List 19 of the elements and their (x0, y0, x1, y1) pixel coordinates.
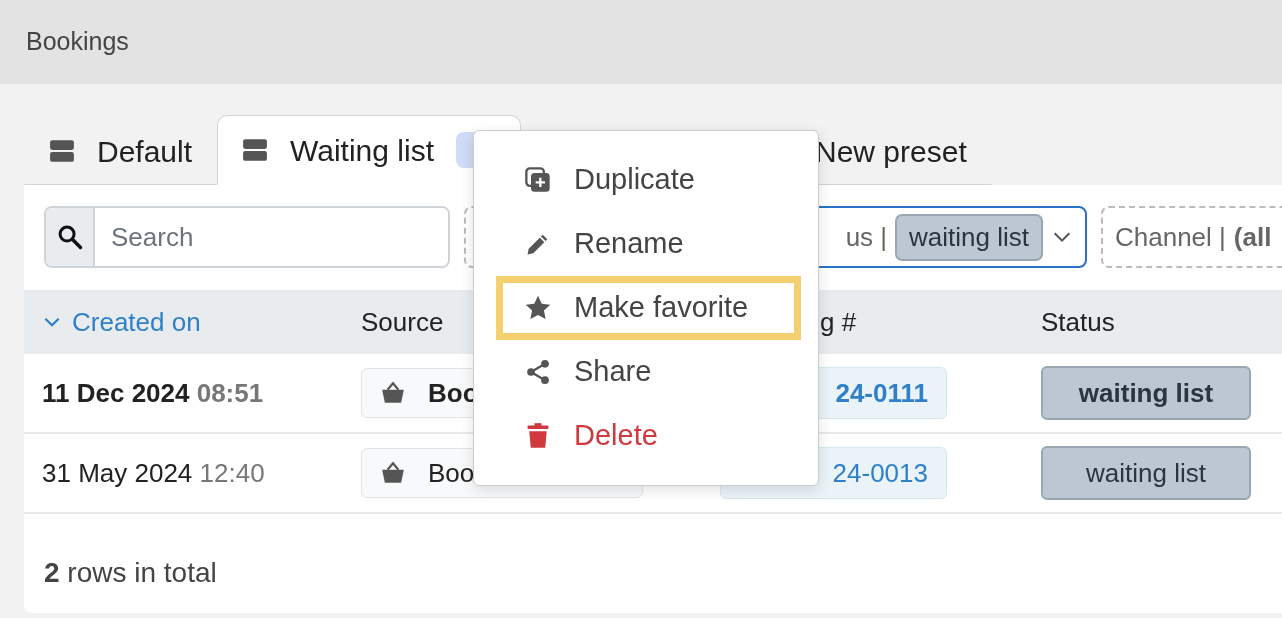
column-header[interactable]: Created on (42, 302, 361, 342)
duplicate-icon (524, 166, 552, 194)
status-tag: waiting list (1041, 366, 1251, 420)
column-header: Source (361, 306, 444, 337)
stack-icon (242, 137, 269, 163)
basket-icon (380, 460, 406, 486)
filter-field[interactable]: Channel | (all (1101, 206, 1282, 268)
column-header: g # (820, 306, 857, 337)
window-title: Bookings (26, 26, 129, 58)
basket-icon (380, 380, 406, 406)
row-count-text: 2 rows in total (43, 556, 218, 590)
column-header: Status (1041, 306, 1115, 337)
status-tag: waiting list (1041, 446, 1251, 500)
table-cell: 31 May 2024 12:40 (42, 457, 265, 488)
share-icon (524, 358, 552, 386)
table-cell: 11 Dec 2024 08:51 (42, 377, 264, 408)
stack-icon (49, 138, 75, 164)
menu-item[interactable]: Make favorite (496, 276, 801, 340)
search-field[interactable]: Search (44, 206, 450, 268)
